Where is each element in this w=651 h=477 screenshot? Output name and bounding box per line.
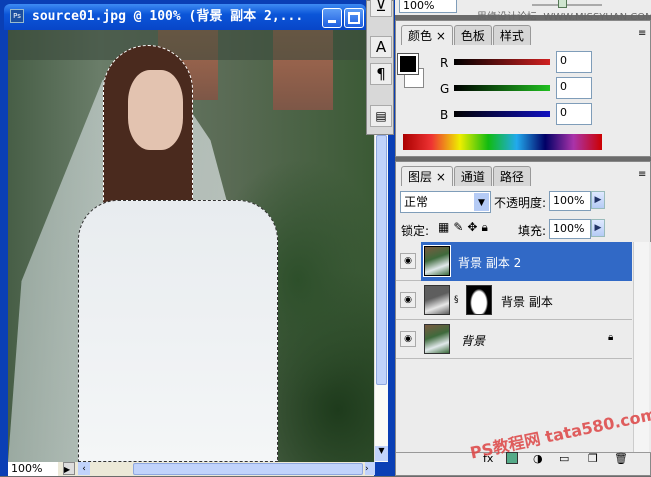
photoshop-icon: Ps — [10, 9, 24, 23]
navigator-zoom-slider[interactable] — [532, 4, 602, 6]
foreground-color-swatch[interactable] — [397, 53, 419, 75]
eye-icon[interactable]: ◉ — [400, 331, 416, 347]
navigator-zoom-field[interactable]: 100% — [399, 0, 457, 13]
layer-thumbnail — [424, 285, 450, 315]
maximize-button[interactable] — [344, 8, 364, 28]
scroll-left-button[interactable]: ‹ — [78, 462, 90, 475]
tab-color[interactable]: 颜色 × — [401, 25, 453, 45]
blue-slider[interactable] — [454, 111, 550, 117]
layer-mask-thumbnail[interactable] — [466, 285, 492, 315]
color-panel: 颜色 × 色板 样式 ≡ R 0 G 0 B 0 — [395, 20, 651, 157]
tab-label: 图层 — [408, 170, 433, 184]
vertical-scroll-thumb[interactable] — [376, 135, 387, 385]
status-menu-button[interactable]: ▶ — [63, 462, 75, 475]
clone-source-icon[interactable]: ⊻ — [370, 0, 392, 17]
channel-label-b: B — [440, 108, 449, 122]
document-window: source01.jpg @ 100% (背景 副本 2,... Ps ▼ 10… — [0, 0, 395, 476]
opacity-field[interactable]: 100% — [549, 191, 591, 211]
adjustment-layer-icon[interactable]: ◑ — [533, 452, 543, 465]
delete-layer-icon[interactable]: 🗑︎ — [614, 452, 628, 465]
panel-menu-icon[interactable]: ≡ — [638, 169, 646, 180]
channel-label-g: G — [440, 82, 450, 96]
document-title-bar[interactable]: source01.jpg @ 100% (背景 副本 2,... — [4, 4, 366, 30]
red-slider[interactable] — [454, 59, 550, 65]
panel-dock: ⊻ A ¶ ▤ — [366, 0, 394, 135]
paragraph-icon[interactable]: ¶ — [370, 63, 392, 85]
green-slider[interactable] — [454, 85, 550, 91]
blue-value-field[interactable]: 0 — [556, 103, 592, 125]
tab-swatches[interactable]: 色板 — [453, 25, 492, 45]
layer-row[interactable]: ◉ 背景 副本 2 — [396, 242, 632, 281]
panel-menu-icon[interactable]: ≡ — [638, 28, 646, 39]
layer-name: 背景 副本 — [501, 295, 553, 309]
channel-label-r: R — [440, 56, 449, 70]
layer-name: 背景 副本 2 — [458, 256, 522, 270]
fill-slider-button[interactable]: ▶ — [591, 219, 605, 237]
canvas-image[interactable] — [8, 30, 374, 462]
layer-row[interactable]: ◉ § 背景 副本 — [396, 281, 632, 320]
layer-row[interactable]: ◉ 背景 🔒︎ — [396, 320, 632, 359]
tab-styles[interactable]: 样式 — [492, 25, 531, 45]
lock-icons[interactable]: ▦✎✥🔒︎ — [438, 220, 492, 235]
layer-thumbnail — [424, 324, 450, 354]
blend-mode-select[interactable]: 正常 ▼ — [400, 191, 491, 213]
status-bar: 100% ▶ ‹ › — [8, 462, 375, 476]
blend-mode-value: 正常 — [404, 195, 429, 209]
new-layer-icon[interactable]: ❐ — [588, 452, 598, 465]
scroll-right-button[interactable]: › — [365, 462, 375, 475]
new-group-icon[interactable]: ▭ — [559, 452, 569, 465]
tab-paths[interactable]: 路径 — [492, 166, 531, 186]
opacity-label: 不透明度: — [494, 196, 547, 210]
layer-selection — [421, 242, 632, 281]
minimize-button[interactable] — [322, 8, 342, 28]
fill-field[interactable]: 100% — [549, 219, 591, 239]
eye-icon[interactable]: ◉ — [400, 253, 416, 269]
opacity-slider-button[interactable]: ▶ — [591, 191, 605, 209]
chevron-down-icon: ▼ — [474, 193, 489, 211]
face — [128, 70, 183, 150]
document-title: source01.jpg @ 100% (背景 副本 2,... — [32, 9, 304, 24]
zoom-field[interactable]: 100% — [8, 462, 58, 476]
chain-link-icon[interactable]: § — [454, 295, 459, 305]
tab-channels[interactable]: 通道 — [453, 166, 492, 186]
layer-thumbnail — [423, 245, 451, 277]
scroll-down-button[interactable]: ▼ — [375, 446, 388, 461]
color-ramp[interactable] — [403, 134, 602, 150]
red-value-field[interactable]: 0 — [556, 51, 592, 73]
fill-label: 填充: — [518, 224, 547, 238]
horizontal-scroll-thumb[interactable] — [133, 463, 363, 475]
layer-name: 背景 — [461, 334, 486, 348]
green-value-field[interactable]: 0 — [556, 77, 592, 99]
zoom-slider-thumb[interactable] — [558, 0, 567, 8]
lock-label: 锁定: — [401, 224, 430, 238]
tab-layers[interactable]: 图层 × — [401, 166, 453, 186]
eye-icon[interactable]: ◉ — [400, 292, 416, 308]
dress — [78, 200, 278, 462]
lock-icon: 🔒︎ — [608, 332, 614, 343]
tab-label: 颜色 — [408, 29, 433, 43]
layer-comps-icon[interactable]: ▤ — [370, 105, 392, 127]
character-icon[interactable]: A — [370, 36, 392, 58]
